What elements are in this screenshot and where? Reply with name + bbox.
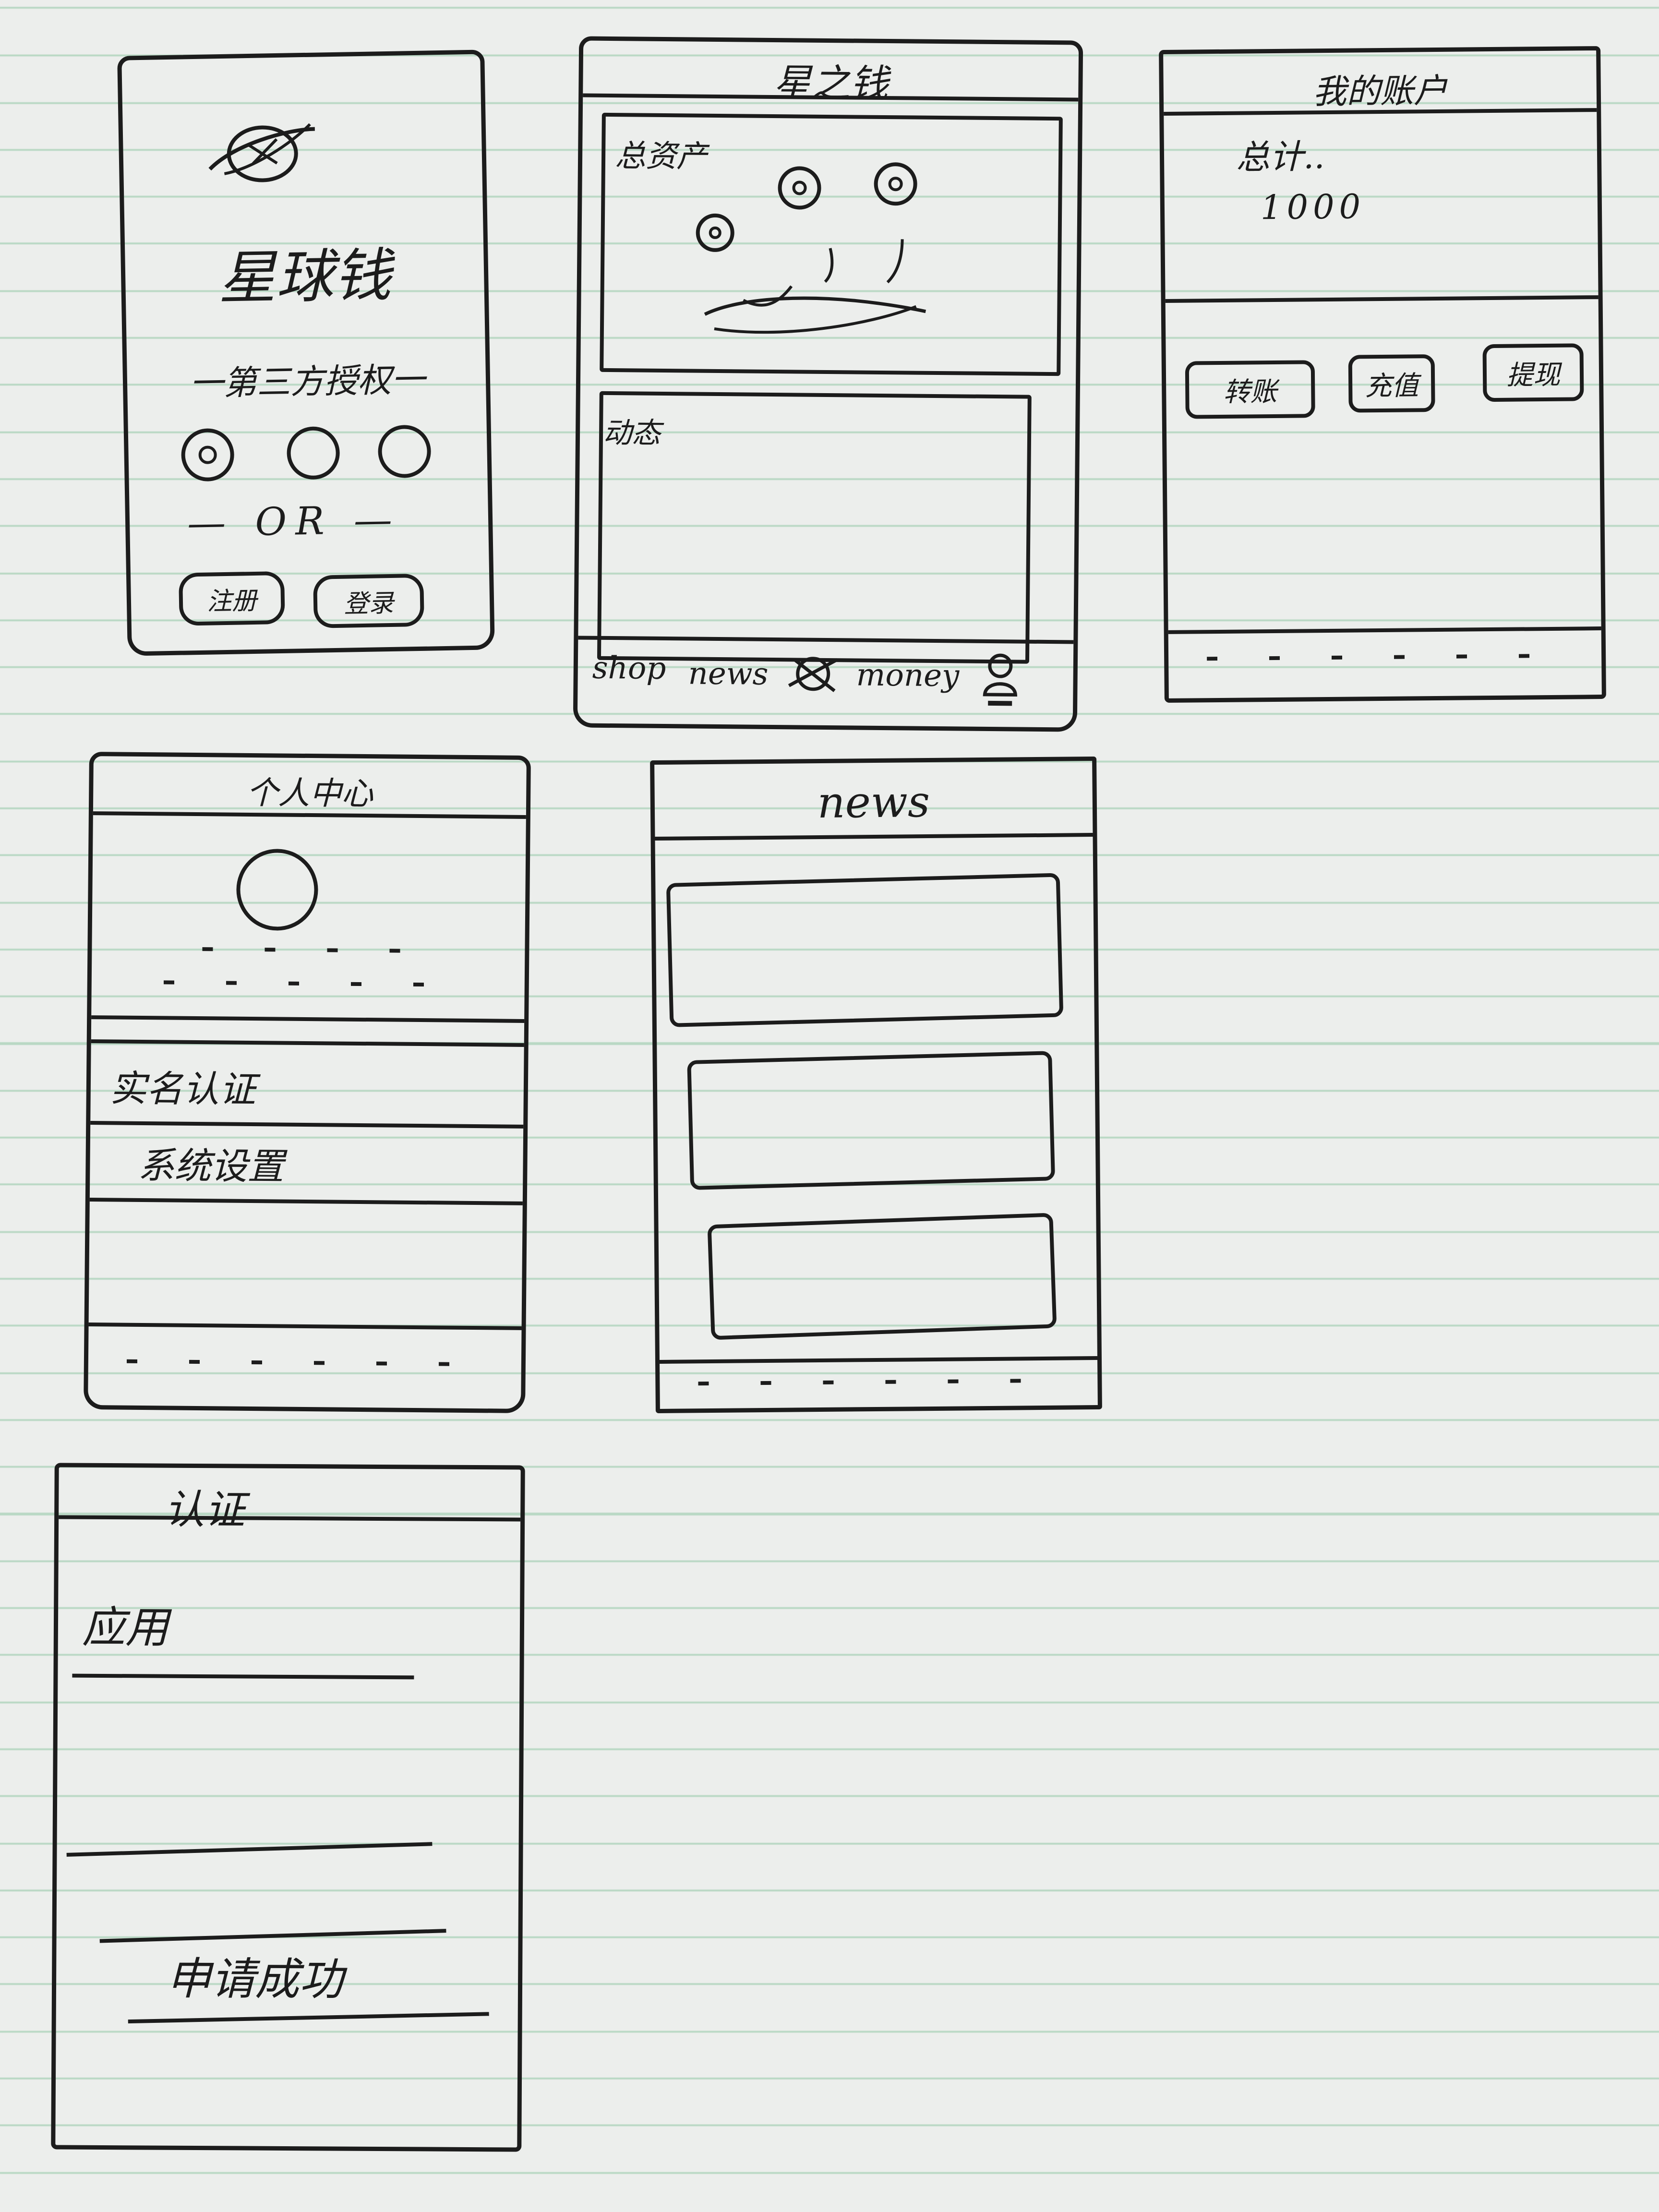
user-info-placeholder: [163, 973, 453, 995]
input-underline[interactable]: [99, 1929, 446, 1943]
menu-divider: [90, 1121, 524, 1129]
account-screen: 我的账户 总计.. 1000 转账 充值 提现: [1159, 46, 1606, 703]
assets-label: 总资产: [614, 138, 708, 175]
tab-bar-placeholder: [126, 1351, 483, 1374]
tab-profile-user-icon[interactable]: [976, 647, 1024, 709]
tab-bar-placeholder: [698, 1370, 1059, 1394]
total-label: 总计..: [1236, 137, 1325, 177]
menu-item-system-settings[interactable]: 系统设置: [138, 1136, 284, 1190]
news-title: news: [817, 777, 930, 829]
input-underline[interactable]: [72, 1673, 414, 1680]
input-underline[interactable]: [66, 1842, 433, 1857]
register-button[interactable]: 注册: [178, 571, 285, 626]
tab-money[interactable]: money: [856, 658, 959, 694]
third-party-login-button-2[interactable]: [286, 426, 340, 480]
posts-label: 动态: [602, 416, 661, 450]
news-card[interactable]: [666, 873, 1064, 1027]
verify-title: 认证: [164, 1486, 245, 1534]
home-screen: 星之钱 总资产 动态 shop news money: [573, 36, 1083, 732]
asset-coin-icon: [778, 166, 821, 210]
tab-news[interactable]: news: [688, 656, 768, 692]
summary-divider: [1165, 295, 1599, 303]
profile-divider: [91, 1039, 524, 1047]
transfer-button[interactable]: 转账: [1185, 360, 1315, 419]
menu-divider: [89, 1198, 523, 1205]
news-card[interactable]: [707, 1213, 1057, 1340]
third-party-label: 一第三方授权一: [189, 360, 425, 404]
app-name: 星球钱: [217, 242, 392, 313]
assets-panel: 总资产: [600, 112, 1063, 376]
login-screen: 星球钱 一第三方授权一 — OR — 注册 登录: [117, 49, 495, 656]
field-label-application: 应用: [82, 1602, 169, 1653]
total-amount: 1000: [1260, 187, 1366, 228]
login-button[interactable]: 登录: [313, 573, 424, 628]
user-info-placeholder: [202, 939, 415, 961]
tab-bar-placeholder: [1206, 646, 1563, 669]
news-screen: news: [650, 756, 1102, 1414]
tab-home-planet-icon[interactable]: [784, 647, 842, 700]
account-title: 我的账户: [1312, 71, 1448, 112]
third-party-login-button-1[interactable]: [180, 428, 235, 482]
third-party-login-button-3[interactable]: [377, 424, 432, 479]
asset-chart-sketch: [704, 239, 926, 334]
tabbar-divider: [1168, 626, 1601, 634]
withdraw-button[interactable]: 提现: [1482, 343, 1584, 402]
avatar[interactable]: [236, 848, 319, 931]
profile-divider: [91, 1015, 525, 1023]
or-divider: — OR —: [187, 497, 401, 546]
recharge-button[interactable]: 充值: [1348, 354, 1435, 413]
menu-item-real-name-auth[interactable]: 实名认证: [109, 1058, 256, 1113]
profile-title: 个人中心: [246, 774, 373, 813]
submit-underline: [128, 2012, 489, 2024]
profile-screen: 个人中心 实名认证 系统设置: [84, 752, 531, 1413]
posts-panel: 动态: [597, 391, 1032, 664]
planet-logo-icon: [208, 123, 315, 182]
home-title: 星之钱: [773, 60, 889, 107]
header-divider: [59, 1515, 521, 1522]
submit-success-label[interactable]: 申请成功: [167, 1943, 344, 2008]
tab-shop[interactable]: shop: [592, 650, 666, 686]
asset-coin-icon: [874, 162, 918, 206]
news-card[interactable]: [687, 1051, 1056, 1190]
header-divider: [655, 833, 1093, 841]
tabbar-divider: [659, 1356, 1098, 1364]
verify-screen: 认证 应用 申请成功: [51, 1463, 525, 2152]
tabbar-divider: [88, 1322, 522, 1330]
